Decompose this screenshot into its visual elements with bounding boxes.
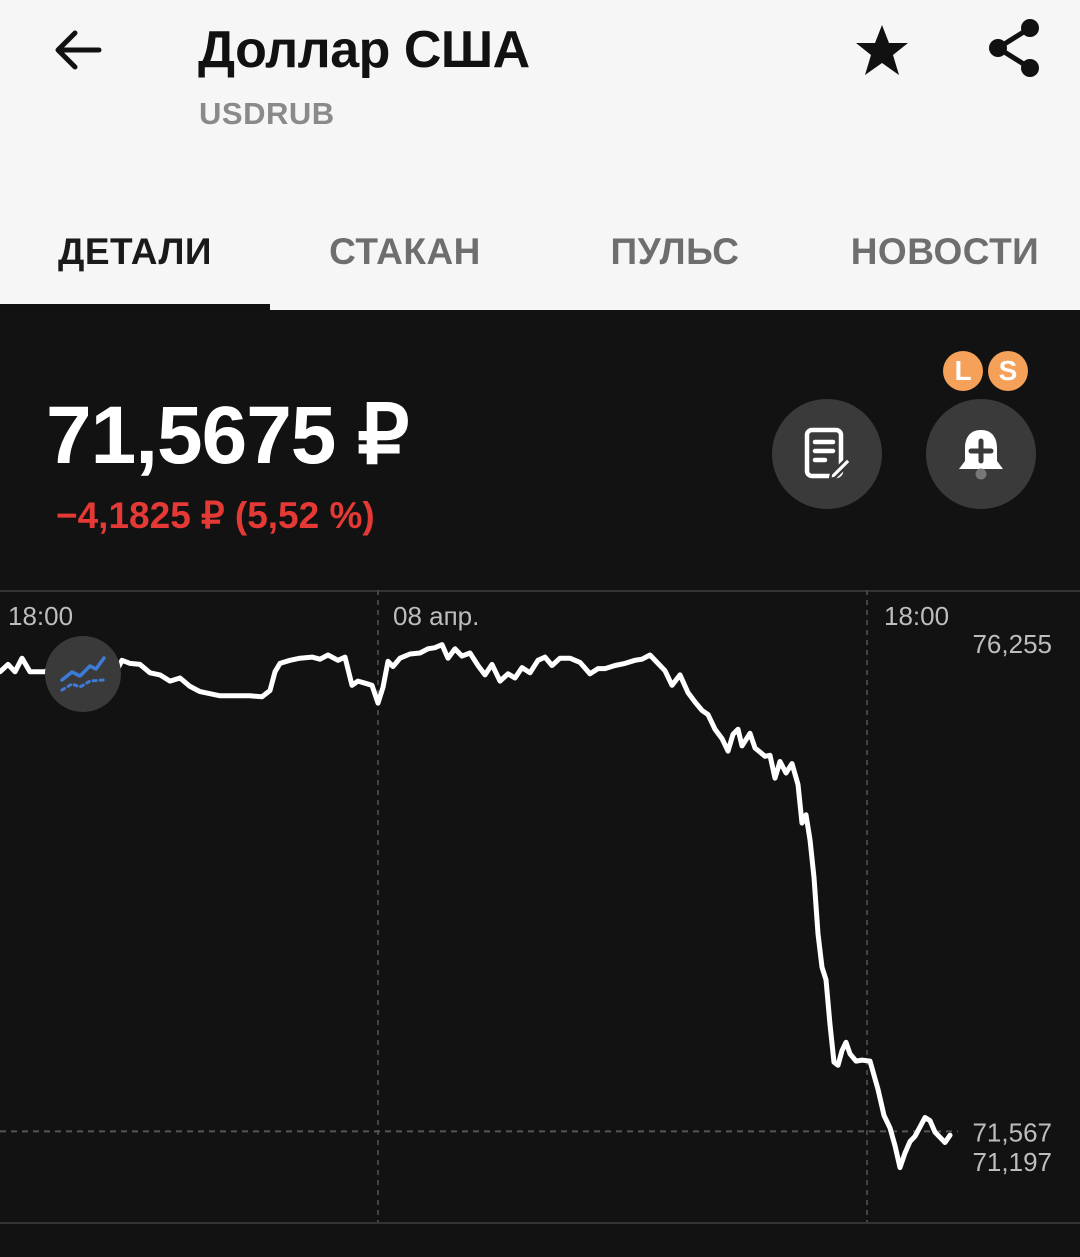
y-tick-label: 76,255 <box>972 629 1052 659</box>
badge-short: S <box>988 351 1028 391</box>
share-button[interactable] <box>982 15 1046 79</box>
y-tick-label: 71,567 <box>972 1117 1052 1147</box>
active-tab-indicator <box>0 304 270 310</box>
app-header: Доллар США USDRUB ДЕТАЛИ СТАКАН ПУЛЬС НО… <box>0 0 1080 310</box>
instrument-screen: Доллар США USDRUB ДЕТАЛИ СТАКАН ПУЛЬС НО… <box>0 0 1080 1257</box>
current-price: 71,5675 ₽ <box>46 390 409 481</box>
tab-bar: ДЕТАЛИ СТАКАН ПУЛЬС НОВОСТИ <box>0 200 1080 310</box>
ticker-symbol: USDRUB <box>199 96 335 131</box>
price-chart[interactable]: 18:00 08 апр. 18:00 76,255 71,56771,197 <box>0 590 1080 1226</box>
badge-long: L <box>943 351 983 391</box>
favorite-button[interactable] <box>850 18 914 82</box>
bell-plus-icon <box>959 430 1003 480</box>
price-alert-button[interactable] <box>926 399 1036 509</box>
star-icon <box>856 25 908 75</box>
price-line-series <box>0 642 953 1171</box>
tab-details[interactable]: ДЕТАЛИ <box>0 200 270 304</box>
arrow-left-icon <box>55 30 102 70</box>
x-tick-label: 18:00 <box>884 601 949 631</box>
price-change: −4,1825 ₽ (5,52 %) <box>56 495 375 536</box>
x-tick-label: 18:00 <box>8 601 73 631</box>
chart-type-button[interactable] <box>45 636 121 712</box>
share-icon <box>989 19 1039 77</box>
note-edit-icon <box>804 427 853 481</box>
trend-chart-icon <box>60 656 106 692</box>
tab-order-book[interactable]: СТАКАН <box>270 200 540 304</box>
back-button[interactable] <box>48 20 108 80</box>
y-tick-label: 71,197 <box>972 1147 1052 1177</box>
note-button[interactable] <box>772 399 882 509</box>
tab-pulse[interactable]: ПУЛЬС <box>540 200 810 304</box>
page-title: Доллар США <box>198 21 530 79</box>
x-tick-label: 08 апр. <box>393 601 479 631</box>
tab-news[interactable]: НОВОСТИ <box>810 200 1080 304</box>
